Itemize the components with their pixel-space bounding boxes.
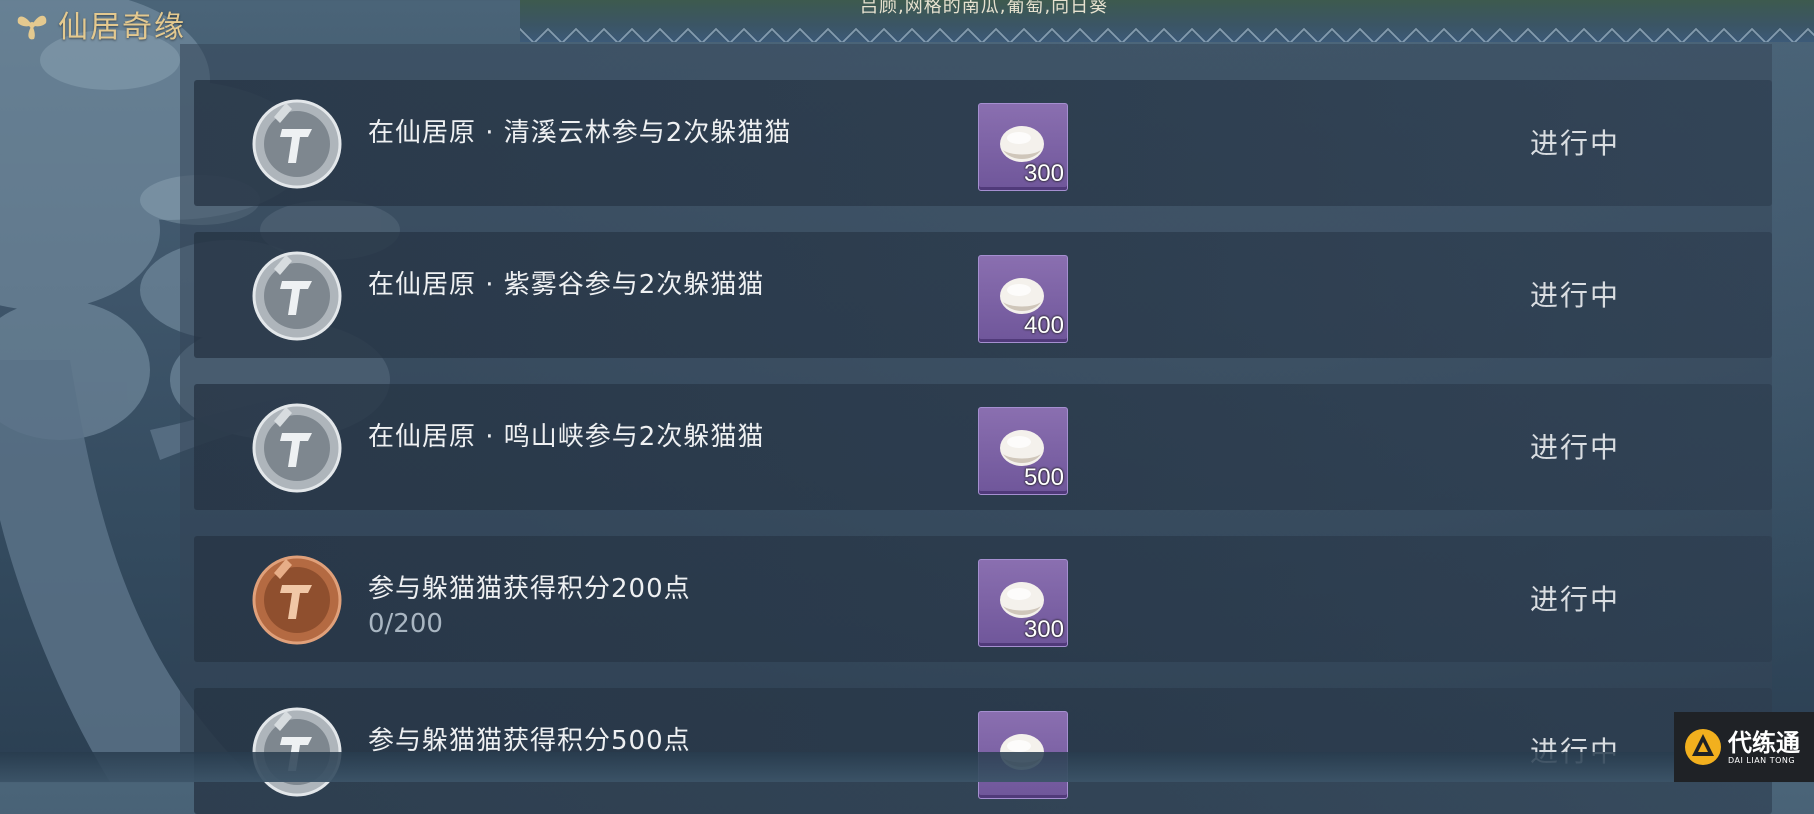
- reward-item[interactable]: 300: [978, 103, 1068, 191]
- task-status: 进行中: [1530, 279, 1621, 312]
- reward-amount: 400: [1023, 312, 1064, 339]
- task-status: 进行中: [1530, 431, 1621, 464]
- watermark: 代练通 DAI LIAN TONG: [1674, 712, 1814, 782]
- title-area: 仙居奇缘: [14, 2, 186, 46]
- reward-item[interactable]: 500: [978, 407, 1068, 495]
- reward-item[interactable]: 400: [978, 255, 1068, 343]
- silver-medal-icon: [252, 251, 342, 341]
- top-hint-text: 吕顾,网格的南瓜,葡萄,向日葵: [860, 0, 1109, 17]
- silver-medal-icon: [252, 403, 342, 493]
- task-name: 参与躲猫猫获得积分200点: [368, 574, 691, 604]
- reward-amount: 500: [1023, 464, 1064, 491]
- task-status: 进行中: [1530, 583, 1621, 616]
- page-title: 仙居奇缘: [58, 10, 186, 45]
- bronze-medal-icon: [252, 555, 342, 645]
- task-row[interactable]: 参与躲猫猫获得积分200点 0/200 300 进行中: [194, 536, 1772, 662]
- flower-logo-icon: [17, 15, 47, 40]
- task-row[interactable]: 在仙居原 · 鸣山峡参与2次躲猫猫 500 进行中: [194, 384, 1772, 510]
- bottom-fade: [0, 752, 1814, 782]
- top-decorative-band: [520, 0, 1814, 42]
- task-name: 在仙居原 · 清溪云林参与2次躲猫猫: [368, 118, 792, 148]
- task-name: 在仙居原 · 鸣山峡参与2次躲猫猫: [368, 422, 765, 452]
- task-status: 进行中: [1530, 127, 1621, 160]
- reward-item[interactable]: 300: [978, 559, 1068, 647]
- zigzag-border: [520, 22, 1814, 42]
- reward-amount: 300: [1023, 160, 1064, 187]
- watermark-logo-icon: [1685, 729, 1721, 765]
- silver-medal-icon: [252, 99, 342, 189]
- watermark-name-en: DAI LIAN TONG: [1728, 755, 1796, 765]
- watermark-name: 代练通: [1728, 728, 1800, 757]
- task-row[interactable]: 在仙居原 · 紫雾谷参与2次躲猫猫 400 进行中: [194, 232, 1772, 358]
- task-row[interactable]: 在仙居原 · 清溪云林参与2次躲猫猫 300 进行中: [194, 80, 1772, 206]
- reward-amount: 300: [1023, 616, 1064, 643]
- task-row[interactable]: 参与躲猫猫获得积分500点 进行中: [194, 688, 1772, 814]
- task-progress: 0/200: [368, 609, 443, 639]
- task-name: 在仙居原 · 紫雾谷参与2次躲猫猫: [368, 270, 765, 300]
